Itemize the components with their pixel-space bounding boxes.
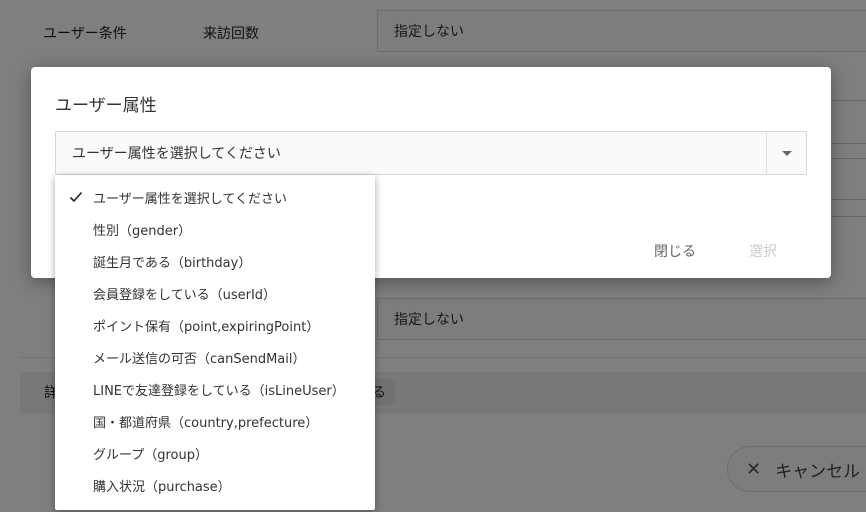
select-button[interactable]: 選択 <box>749 241 777 261</box>
dialog-title: ユーザー属性 <box>55 96 157 116</box>
menu-item-label: 国・都道府県（country,prefecture） <box>93 415 319 431</box>
menu-item-label: 会員登録をしている（userId） <box>93 287 277 303</box>
menu-item-label: 誕生月である（birthday） <box>93 255 252 271</box>
menu-item-label: ポイント保有（point,expiringPoint） <box>93 319 320 335</box>
user-attribute-select-value: ユーザー属性を選択してください <box>72 146 281 162</box>
menu-item[interactable]: 誕生月である（birthday） <box>55 245 375 277</box>
menu-item-label: 性別（gender） <box>93 223 192 239</box>
menu-item[interactable]: LINEで友達登録をしている（isLineUser） <box>55 373 375 405</box>
close-button[interactable]: 閉じる <box>654 241 696 261</box>
menu-item[interactable]: 購入状況（purchase） <box>55 469 375 501</box>
chevron-down-icon[interactable] <box>766 132 806 174</box>
check-icon <box>69 191 83 203</box>
menu-item-label: メール送信の可否（canSendMail） <box>93 351 306 367</box>
menu-item[interactable]: 国・都道府県（country,prefecture） <box>55 405 375 437</box>
menu-item-label: 購入状況（purchase） <box>93 479 231 495</box>
menu-item[interactable]: メール送信の可否（canSendMail） <box>55 341 375 373</box>
menu-item[interactable]: ユーザー属性を選択してください <box>55 181 375 213</box>
menu-item[interactable]: グループ（group） <box>55 437 375 469</box>
menu-item-label: グループ（group） <box>93 447 208 463</box>
menu-item-label: ユーザー属性を選択してください <box>93 191 287 207</box>
menu-item[interactable]: 性別（gender） <box>55 213 375 245</box>
user-attribute-select[interactable]: ユーザー属性を選択してください <box>55 131 807 175</box>
user-attribute-menu: ユーザー属性を選択してください 性別（gender） 誕生月である（birthd… <box>55 175 375 510</box>
menu-item[interactable]: 会員登録をしている（userId） <box>55 277 375 309</box>
menu-item[interactable]: ポイント保有（point,expiringPoint） <box>55 309 375 341</box>
menu-item-label: LINEで友達登録をしている（isLineUser） <box>93 383 345 399</box>
